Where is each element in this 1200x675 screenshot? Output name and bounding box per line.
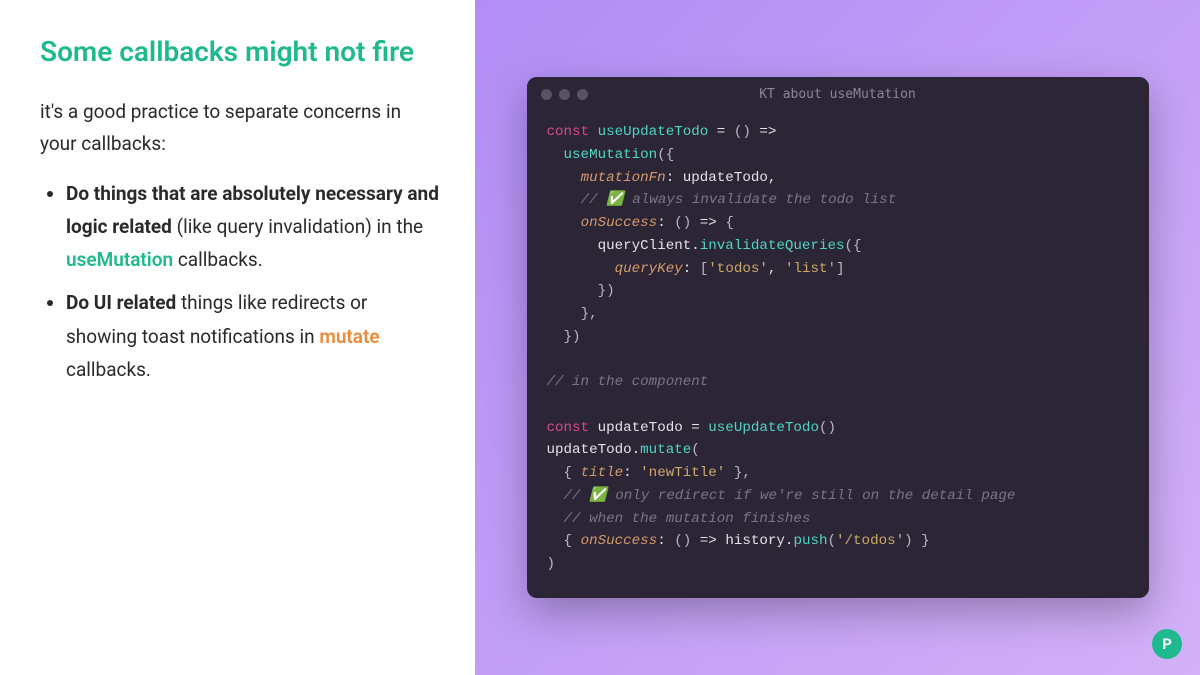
code-string: 'newTitle'	[640, 465, 725, 481]
code-prop: queryKey	[615, 261, 683, 277]
code-val: queryClient	[598, 238, 692, 254]
code-paren: (	[828, 533, 837, 549]
code-prop: onSuccess	[581, 533, 658, 549]
code-op: :	[683, 261, 700, 277]
code-fn: mutate	[640, 442, 691, 458]
code-comment: // in the component	[547, 374, 709, 390]
code-op: :	[657, 215, 674, 231]
logo-letter: P	[1162, 635, 1172, 653]
code-window: KT about useMutation const useUpdateTodo…	[527, 77, 1149, 597]
window-titlebar: KT about useMutation	[527, 77, 1149, 111]
code-brace: },	[725, 465, 751, 481]
code-op: =	[708, 124, 734, 140]
code-paren: {	[725, 215, 734, 231]
code-op: .	[691, 238, 700, 254]
code-prop: onSuccess	[581, 215, 658, 231]
code-paren: },	[581, 306, 598, 322]
code-fn: useMutation	[564, 147, 658, 163]
bullet-item-1: Do UI related things like redirects or s…	[66, 286, 440, 386]
bullet-text: (like query invalidation) in the	[172, 215, 423, 238]
bullet-keyword: mutate	[319, 325, 379, 348]
code-comment: // ✅ always invalidate the todo list	[581, 192, 897, 208]
code-paren: ()	[674, 215, 691, 231]
code-prop: title	[581, 465, 624, 481]
code-op: ,	[768, 170, 777, 186]
code-bracket: ]	[836, 261, 845, 277]
code-arrow: =>	[691, 215, 725, 231]
code-paren: )	[742, 124, 751, 140]
bullet-text: callbacks.	[173, 248, 263, 271]
code-val: updateTodo	[547, 442, 632, 458]
bullet-item-0: Do things that are absolutely necessary …	[66, 177, 440, 277]
code-paren: })	[564, 329, 581, 345]
code-fn: useUpdateTodo	[598, 124, 709, 140]
code-comment: // ✅ only redirect if we're still on the…	[564, 488, 1016, 504]
code-paren: ()	[674, 533, 691, 549]
brand-logo-icon: P	[1152, 629, 1182, 659]
code-body: const useUpdateTodo = () => useMutation(…	[527, 111, 1149, 597]
code-paren: (	[691, 442, 700, 458]
code-arrow: =>	[691, 533, 725, 549]
code-string: 'list'	[785, 261, 836, 277]
slide-text-panel: Some callbacks might not fire it's a goo…	[0, 0, 475, 675]
code-brace: }	[913, 533, 930, 549]
code-op: .	[632, 442, 641, 458]
slide-bullets: Do things that are absolutely necessary …	[40, 177, 440, 387]
code-fn: invalidateQueries	[700, 238, 845, 254]
code-brace: {	[564, 465, 581, 481]
code-val: updateTodo	[683, 170, 768, 186]
code-paren: )	[547, 556, 556, 572]
bullet-text: callbacks.	[66, 358, 151, 381]
code-op: ,	[768, 261, 785, 277]
code-op: =	[683, 420, 709, 436]
code-paren: })	[598, 283, 615, 299]
code-op: :	[623, 465, 640, 481]
bullet-keyword: useMutation	[66, 248, 173, 271]
code-val: history	[725, 533, 785, 549]
bullet-bold: Do UI related	[66, 291, 176, 314]
code-keyword: const	[547, 124, 590, 140]
code-arrow: =>	[751, 124, 777, 140]
code-op: :	[666, 170, 683, 186]
code-paren: ()	[819, 420, 836, 436]
slide-title: Some callbacks might not fire	[40, 35, 440, 68]
code-fn: useUpdateTodo	[708, 420, 819, 436]
code-op: :	[657, 533, 674, 549]
window-title: KT about useMutation	[527, 87, 1149, 102]
code-keyword: const	[547, 420, 590, 436]
code-string: '/todos'	[836, 533, 904, 549]
code-brace: {	[564, 533, 581, 549]
code-fn: push	[793, 533, 827, 549]
code-comment: // when the mutation finishes	[564, 511, 811, 527]
code-paren: ({	[657, 147, 674, 163]
slide-intro: it's a good practice to separate concern…	[40, 96, 440, 161]
code-paren: ({	[845, 238, 862, 254]
code-panel: KT about useMutation const useUpdateTodo…	[475, 0, 1200, 675]
code-string: 'todos'	[708, 261, 768, 277]
code-val: updateTodo	[598, 420, 683, 436]
code-paren: )	[904, 533, 913, 549]
code-prop: mutationFn	[581, 170, 666, 186]
